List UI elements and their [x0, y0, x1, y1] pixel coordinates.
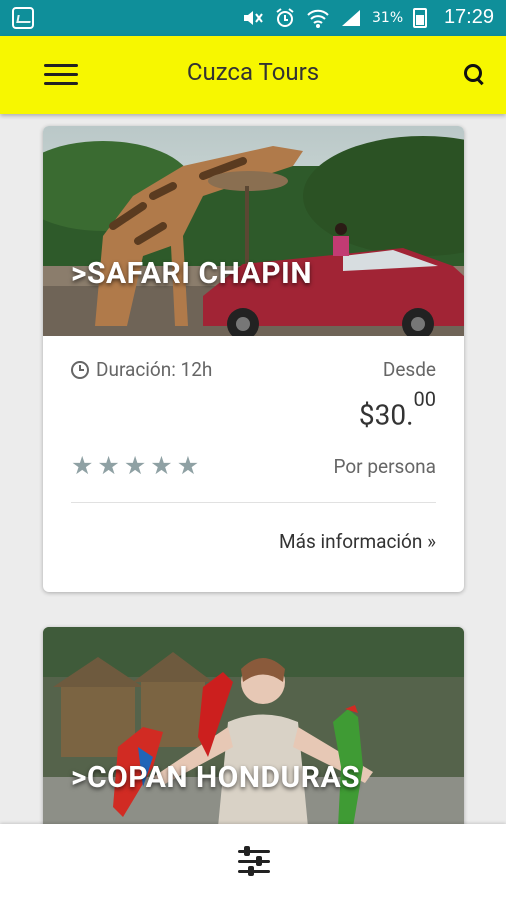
status-bar: 31% 17:29: [0, 0, 506, 36]
battery-icon: [413, 8, 428, 28]
wifi-icon: [307, 9, 329, 28]
tour-image-copan[interactable]: >COPAN HONDURAS: [43, 627, 464, 827]
status-icons: 31%: [242, 6, 428, 30]
star-icon[interactable]: ★: [150, 453, 172, 478]
star-icon[interactable]: ★: [124, 453, 146, 478]
duration: Duración: 12h: [71, 358, 212, 381]
tour-image-safari[interactable]: >SAFARI CHAPIN: [43, 126, 464, 336]
per-person-label: Por persona: [333, 455, 436, 478]
duration-text: Duración: 12h: [96, 358, 213, 381]
star-icon[interactable]: ★: [97, 453, 119, 478]
signal-icon: [342, 10, 360, 26]
star-icon[interactable]: ★: [177, 453, 199, 478]
gallery-icon: [12, 7, 34, 29]
tour-title: >SAFARI CHAPIN: [71, 256, 312, 291]
divider: [71, 502, 436, 503]
more-info-link[interactable]: Más información »: [279, 530, 436, 553]
mute-icon: [244, 11, 263, 25]
price-main: $30.: [358, 398, 414, 432]
price-cents: 00: [413, 387, 436, 411]
app-title: Cuzca Tours: [186, 58, 320, 86]
tour-title: >COPAN HONDURAS: [71, 760, 361, 795]
alarm-icon: [276, 8, 294, 27]
clock-icon: [71, 360, 89, 379]
price: $30.00: [358, 387, 436, 432]
filter-sliders-icon[interactable]: [238, 846, 270, 878]
star-icon[interactable]: ★: [71, 453, 93, 478]
status-time: 17:29: [443, 6, 494, 28]
price-from-label: Desde: [382, 358, 436, 381]
bottom-bar: [0, 824, 506, 900]
search-icon[interactable]: [462, 62, 486, 86]
rating-stars: ★ ★ ★ ★ ★: [71, 453, 199, 478]
tour-card-safari[interactable]: >SAFARI CHAPIN Duración: 12h Desde $30.0…: [43, 126, 464, 592]
battery-percent: 31%: [372, 10, 404, 26]
app-bar: Cuzca Tours: [0, 36, 506, 114]
